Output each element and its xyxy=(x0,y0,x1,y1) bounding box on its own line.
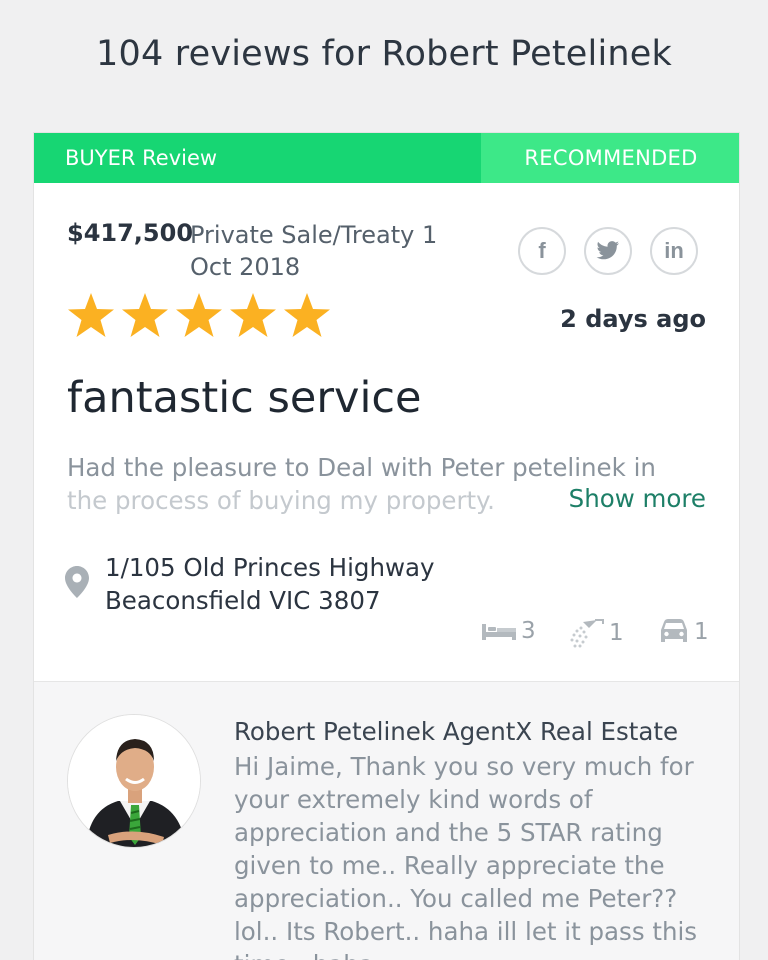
page-title: 104 reviews for Robert Petelinek xyxy=(96,34,672,74)
bedrooms-count: 3 xyxy=(521,618,536,644)
property-address[interactable]: 1/105 Old Princes Highway Beaconsfield V… xyxy=(105,551,435,617)
location-pin-icon xyxy=(65,566,89,598)
address-line: Beaconsfield VIC 3807 xyxy=(105,586,381,615)
bedrooms-feature: 3 xyxy=(481,618,536,644)
agent-avatar xyxy=(67,714,201,848)
review-card: BUYER Review RECOMMENDED $417,500 Privat… xyxy=(33,132,740,960)
twitter-icon xyxy=(596,241,619,260)
sale-price: $417,500 xyxy=(67,219,194,247)
recommended-badge: RECOMMENDED xyxy=(481,133,739,183)
facebook-share-button[interactable]: f xyxy=(518,227,566,275)
star-icon xyxy=(230,293,276,337)
reply-text: Hi Jaime, Thank you so very much for you… xyxy=(234,752,698,960)
linkedin-icon: in xyxy=(664,238,684,263)
posted-time: 2 days ago xyxy=(560,305,706,333)
parking-feature: 1 xyxy=(658,618,709,646)
agent-reply: Robert Petelinek AgentX Real Estate Hi J… xyxy=(34,682,739,960)
star-icon xyxy=(122,293,168,337)
facebook-icon: f xyxy=(538,238,546,263)
shower-icon xyxy=(570,619,604,648)
show-more-link[interactable]: Show more xyxy=(548,484,706,513)
address-line: 1/105 Old Princes Highway xyxy=(105,553,435,582)
reply-author: Robert Petelinek AgentX Real Estate xyxy=(234,717,679,746)
car-icon xyxy=(661,619,687,642)
star-icon xyxy=(68,293,114,337)
agent-photo xyxy=(68,715,200,847)
twitter-share-button[interactable] xyxy=(584,227,632,275)
bathrooms-count: 1 xyxy=(609,620,624,646)
review-body-line: Had the pleasure to Deal with Peter pete… xyxy=(67,453,656,482)
reviewer-type-label: BUYER Review xyxy=(65,146,218,170)
star-rating xyxy=(66,291,332,341)
bathrooms-feature: 1 xyxy=(569,618,624,648)
star-icon xyxy=(176,293,222,337)
bed-icon xyxy=(482,624,516,640)
star-icon xyxy=(284,293,330,337)
parking-count: 1 xyxy=(694,619,709,645)
sale-type: Private Sale/Treaty 1 Oct 2018 xyxy=(190,221,438,281)
review-title: fantastic service xyxy=(67,373,422,423)
linkedin-share-button[interactable]: in xyxy=(650,227,698,275)
review-banner: BUYER Review RECOMMENDED xyxy=(34,133,739,183)
